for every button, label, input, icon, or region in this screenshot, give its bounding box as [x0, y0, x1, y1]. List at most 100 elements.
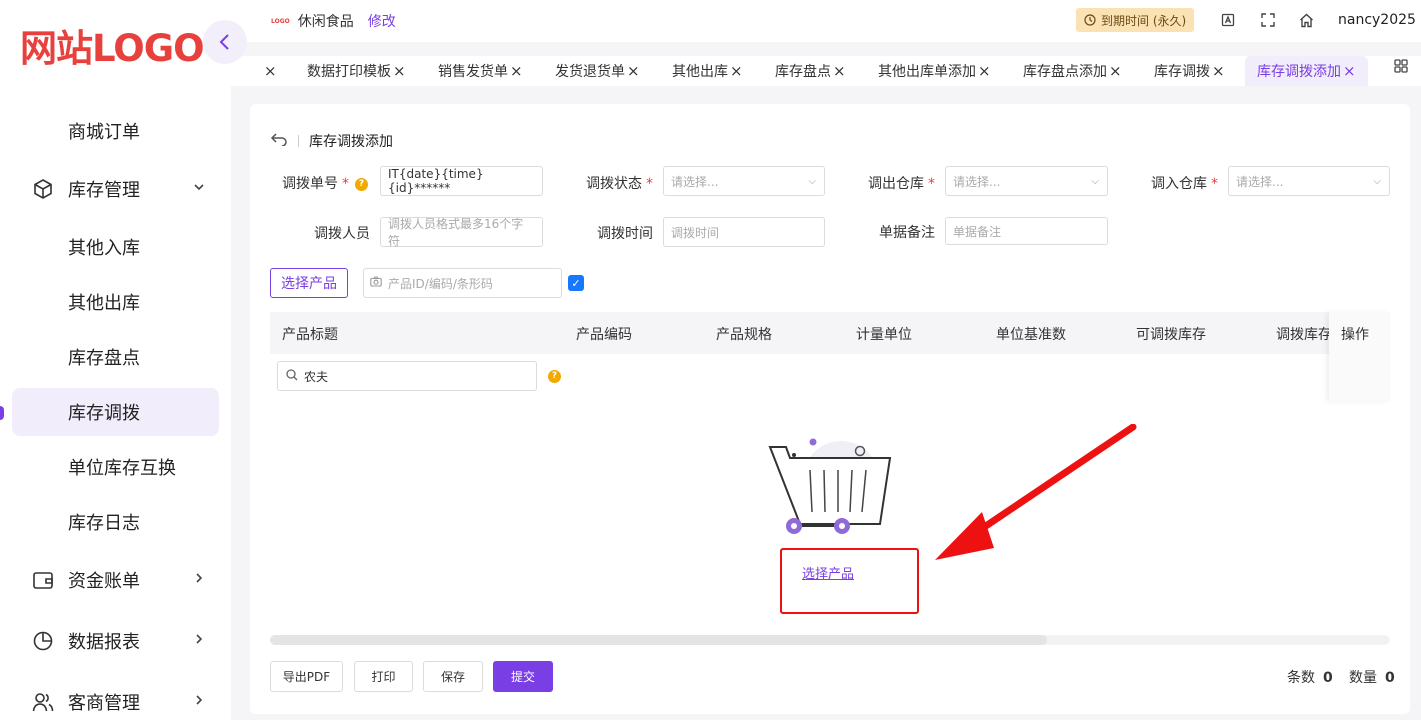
chevron-right-icon [193, 694, 205, 710]
save-button[interactable]: 保存 [423, 661, 483, 692]
sidebar-item-unit-swap[interactable]: 单位库存互换 [12, 443, 219, 491]
tab-bar: × 数据打印模板 × 销售发货单 × 发货退货单 × 其他出库 × 库存盘点 × 其他出库… [231, 56, 1421, 86]
status-select[interactable]: 请选择... ⌵ [663, 166, 825, 196]
help-icon[interactable]: ? [355, 177, 368, 191]
tab-print-template[interactable]: 数据打印模板 × [307, 56, 406, 86]
tab-other-outbound[interactable]: 其他出库 × [672, 56, 743, 86]
sidebar-item-mall-orders[interactable]: 商城订单 [12, 107, 219, 155]
sidebar-item-label: 数据报表 [68, 632, 140, 653]
close-icon[interactable]: × [627, 62, 640, 80]
sidebar-item-finance[interactable]: 资金账单 [12, 556, 219, 604]
close-icon[interactable]: × [1109, 62, 1122, 80]
tab-stocktake[interactable]: 库存盘点 × [775, 56, 846, 86]
close-icon[interactable]: × [833, 62, 846, 80]
close-icon[interactable]: × [393, 62, 406, 80]
staff-input[interactable]: 调拨人员格式最多16个字符 [380, 217, 543, 248]
sidebar-item-label: 库存盘点 [68, 348, 140, 369]
product-filter-input[interactable]: 农夫 [277, 361, 537, 391]
auto-add-checkbox[interactable]: ✓ [568, 275, 584, 291]
time-input[interactable]: 调拨时间 [663, 217, 825, 247]
col-base-qty: 单位基准数 [996, 327, 1066, 343]
status-label: 调拨状态 * [586, 176, 653, 192]
col-available: 可调拨库存 [1136, 327, 1206, 343]
tab-other-outbound-add[interactable]: 其他出库单添加 × [878, 56, 991, 86]
col-transfer-qty: 调拨库存 [1276, 327, 1332, 343]
close-icon[interactable]: × [1212, 62, 1225, 80]
sidebar-item-label: 其他入库 [68, 238, 140, 259]
sidebar-item-label: 资金账单 [68, 571, 140, 592]
username[interactable]: nancy2025 [1338, 12, 1416, 28]
scrollbar-thumb[interactable] [270, 635, 1047, 645]
chevron-left-icon [219, 34, 229, 50]
tab-sales-delivery[interactable]: 销售发货单 × [438, 56, 523, 86]
staff-label: 调拨人员 [314, 226, 370, 242]
filter-value: 农夫 [304, 369, 329, 384]
in-warehouse-select[interactable]: 请选择... ⌵ [1228, 166, 1390, 196]
sidebar-collapse-button[interactable] [203, 20, 247, 64]
shop-name: 休闲食品 [297, 14, 354, 30]
print-button[interactable]: 打印 [354, 661, 413, 692]
annotation-arrow [935, 424, 1137, 560]
cube-icon [32, 178, 54, 200]
help-icon[interactable]: ? [548, 370, 561, 383]
annotation-box [780, 548, 919, 614]
sidebar-item-reports[interactable]: 数据报表 [12, 617, 219, 665]
chevron-down-icon: ⌵ [1091, 175, 1099, 187]
sidebar-item-other-outbound[interactable]: 其他出库 [12, 278, 219, 326]
col-unit: 计量单位 [856, 327, 912, 343]
active-indicator [0, 406, 4, 420]
fullscreen-icon[interactable] [1259, 11, 1277, 29]
time-label: 调拨时间 [597, 226, 653, 242]
select-product-button[interactable]: 选择产品 [270, 268, 348, 298]
sidebar-item-label: 库存管理 [68, 180, 140, 201]
tab-label: 其他出库单添加 [878, 64, 976, 80]
tab-stocktake-add[interactable]: 库存盘点添加 × [1023, 56, 1122, 86]
tab-close-orphan[interactable]: × [262, 56, 277, 86]
translate-icon[interactable] [1219, 11, 1237, 29]
sidebar-item-merchants[interactable]: 客商管理 [12, 678, 219, 720]
sidebar-item-inventory[interactable]: 库存管理 [12, 165, 219, 213]
content-card: 库存调拨添加 调拨单号 *? IT{date}{time}{id}****** 调… [250, 104, 1410, 714]
col-title: 产品标题 [282, 327, 338, 343]
close-icon[interactable]: × [978, 62, 991, 80]
sidebar-item-label: 单位库存互换 [68, 458, 176, 479]
edit-shop-link[interactable]: 修改 [368, 11, 396, 31]
chevron-right-icon [193, 572, 205, 588]
chevron-down-icon: ⌵ [1373, 175, 1381, 187]
tab-menu-grid-icon[interactable] [1394, 59, 1408, 77]
sidebar-item-transfer[interactable]: 库存调拨 [12, 388, 219, 436]
camera-icon [370, 276, 382, 290]
export-pdf-button[interactable]: 导出PDF [270, 661, 343, 692]
sidebar-item-other-inbound[interactable]: 其他入库 [12, 223, 219, 271]
page-header: 库存调拨添加 [270, 130, 393, 151]
out-warehouse-label: 调出仓库 * [868, 176, 935, 192]
tab-transfer-add[interactable]: 库存调拨添加 × [1245, 56, 1368, 86]
sidebar-item-stocktake[interactable]: 库存盘点 [12, 333, 219, 381]
order-no-field[interactable]: IT{date}{time}{id}****** [380, 166, 543, 196]
close-icon[interactable]: × [510, 62, 523, 80]
tab-transfer[interactable]: 库存调拨 × [1154, 56, 1225, 86]
chevron-down-icon [193, 181, 205, 197]
remark-textarea[interactable]: 单据备注 [945, 217, 1108, 245]
order-no-label: 调拨单号 *? [282, 173, 368, 193]
tab-delivery-return[interactable]: 发货退货单 × [555, 56, 640, 86]
expire-badge: 到期时间 (永久) [1076, 8, 1195, 32]
submit-button[interactable]: 提交 [493, 661, 553, 692]
product-scan-input[interactable]: 产品ID/编码/条形码 [363, 268, 562, 298]
close-icon[interactable]: × [730, 62, 743, 80]
home-icon[interactable] [1297, 11, 1315, 29]
in-warehouse-label: 调入仓库 * [1151, 176, 1218, 192]
clock-icon [1084, 14, 1096, 26]
pie-chart-icon [32, 630, 54, 652]
sidebar-item-stock-log[interactable]: 库存日志 [12, 498, 219, 546]
horizontal-scrollbar[interactable] [270, 635, 1390, 645]
sidebar-item-label: 其他出库 [68, 293, 140, 314]
close-icon[interactable]: × [264, 62, 277, 80]
chevron-down-icon: ⌵ [808, 175, 816, 187]
tab-label: 其他出库 [672, 64, 728, 80]
sidebar-item-label: 商城订单 [68, 122, 140, 143]
out-warehouse-select[interactable]: 请选择... ⌵ [945, 166, 1108, 196]
remark-label: 单据备注 [879, 225, 935, 241]
back-arrow-icon[interactable] [270, 130, 288, 151]
close-icon[interactable]: × [1343, 62, 1356, 80]
